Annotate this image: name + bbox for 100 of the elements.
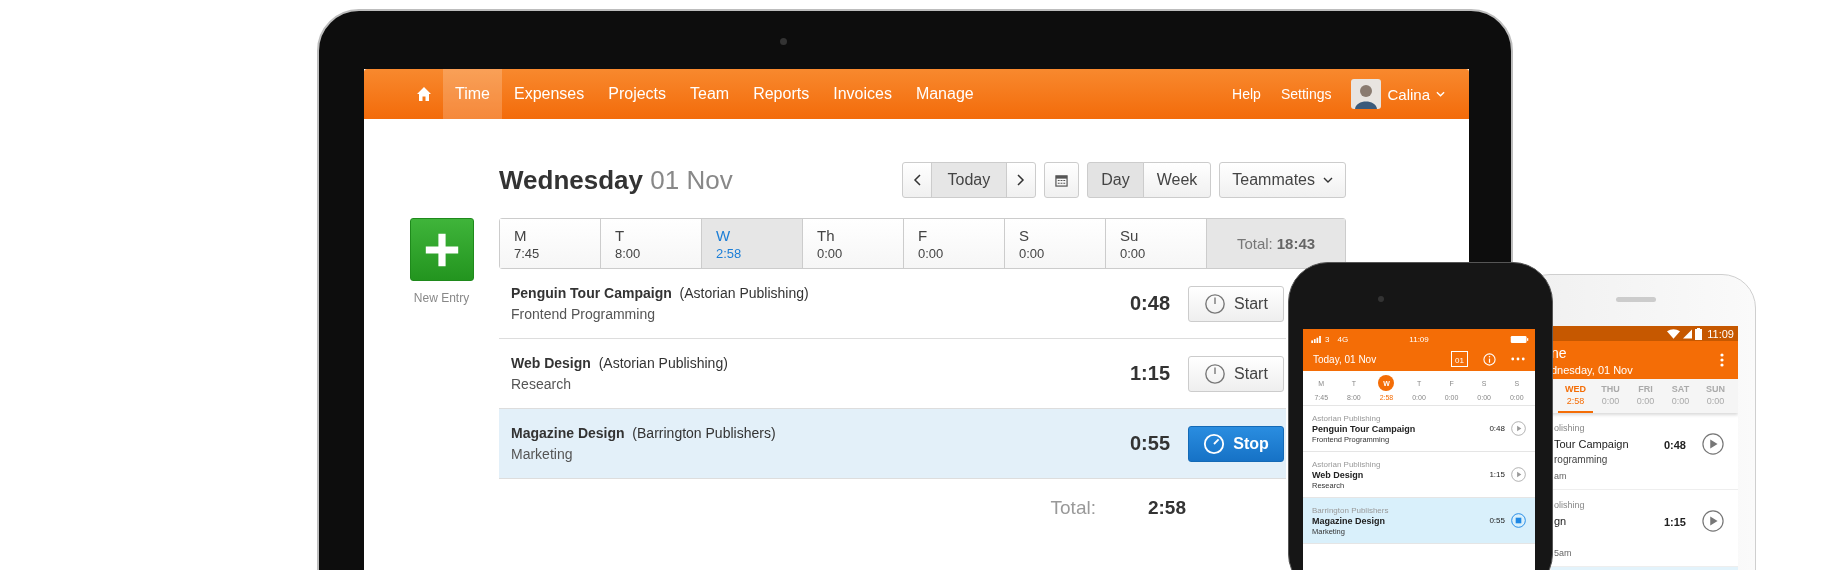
entry-client: Astorian Publishing [1312, 459, 1382, 469]
week-day-tab[interactable]: Th 0:00 [803, 219, 904, 268]
entry-client: Barrington Publishers [1312, 505, 1390, 515]
battery-icon [1695, 327, 1703, 340]
entry-title: Web Design [1312, 469, 1365, 480]
day-tab[interactable]: THU 0:00 [1593, 379, 1628, 413]
more-icon[interactable] [1720, 353, 1724, 367]
play-button[interactable] [1702, 510, 1724, 532]
entry-duration: 0:55 [1489, 516, 1505, 525]
entry-title: Penguin Tour Campaign (Astorian Publishing) [511, 285, 810, 301]
more-icon[interactable] [1511, 357, 1525, 361]
entry-task: Marketing [511, 446, 574, 462]
header-title: Today, 01 Nov [1313, 353, 1378, 365]
entry-title: gn [1554, 515, 1568, 527]
avatar-icon[interactable] [1351, 79, 1382, 109]
entry-duration: 1:15 [1489, 470, 1505, 479]
info-icon[interactable] [1483, 352, 1496, 366]
nav-tab[interactable]: Expenses [501, 69, 597, 119]
calendar-button[interactable]: 01 [1451, 351, 1468, 367]
play-button[interactable] [1702, 433, 1724, 455]
total-label: Total: [1050, 497, 1096, 519]
plus-icon [423, 231, 460, 268]
clock-icon [1204, 362, 1227, 385]
entry-duration: 1:15 [1663, 516, 1686, 528]
network-label: 4G [1337, 334, 1349, 344]
signal-icon [1683, 328, 1693, 339]
nav-tab[interactable]: Time [443, 69, 502, 119]
day-tab[interactable]: WED 2:58 [1558, 379, 1593, 413]
entry-title: Web Design (Astorian Publishing) [511, 355, 729, 371]
total-value: 2:58 [1147, 497, 1186, 519]
entry-title: Penguin Tour Campaign [1312, 423, 1417, 434]
entry-duration: 1:15 [1129, 362, 1170, 385]
entry-task: Frontend Programming [511, 306, 656, 322]
week-day-tab[interactable]: F 0:00 [904, 219, 1005, 268]
clock-time: 11:09 [1408, 334, 1430, 344]
week-day-tab[interactable]: W 2:58 [702, 219, 803, 268]
clock-time: 11:09 [1707, 327, 1734, 340]
nav-tab[interactable]: Manage [903, 69, 986, 119]
entry-duration: 0:48 [1663, 439, 1686, 451]
battery-icon [1510, 335, 1529, 343]
entry-title: Magazine Design [1312, 515, 1386, 526]
nav-link[interactable]: Settings [1280, 86, 1332, 102]
day-tab[interactable]: FRI 0:00 [1628, 379, 1663, 413]
home-icon[interactable] [416, 86, 432, 102]
calendar-icon [1055, 173, 1069, 187]
week-day-tab[interactable]: Su 0:00 [1106, 219, 1207, 268]
play-button[interactable] [1511, 421, 1526, 436]
today-button[interactable]: Today [930, 162, 1008, 198]
chevron-right-icon [1017, 174, 1026, 186]
carrier-label: 3 [1325, 334, 1330, 344]
signal-icon [1311, 335, 1322, 343]
new-entry-button[interactable] [409, 218, 474, 281]
teammates-dropdown[interactable]: Teammates [1219, 162, 1346, 198]
nav-tab[interactable]: Projects [596, 69, 679, 119]
nav-tab[interactable]: Invoices [821, 69, 904, 119]
time-entry-row[interactable]: Penguin Tour Campaign (Astorian Publishing) Frontend Programming 0:48 Start [499, 269, 1286, 339]
entry-duration: 0:48 [1489, 424, 1505, 433]
entry-title: Magazine Design (Barrington Publishers) [511, 425, 777, 441]
wifi-icon [1667, 328, 1681, 339]
next-day-button[interactable] [1006, 162, 1037, 198]
clock-icon [1204, 292, 1227, 315]
view-toggle[interactable]: Day [1087, 162, 1144, 198]
entry-title: Tour Campaign [1554, 438, 1630, 450]
view-toggle[interactable]: Week [1142, 162, 1212, 198]
stopwatch-icon [1203, 432, 1226, 455]
speaker-icon [1616, 297, 1656, 302]
entry-duration: 0:48 [1129, 292, 1170, 315]
week-total: Total: 18:43 [1207, 219, 1345, 268]
day-tab[interactable]: SUN 0:00 [1698, 379, 1733, 413]
entry-duration: 0:55 [1129, 432, 1170, 455]
caret-icon [1436, 91, 1445, 97]
entry-time: 5am [1554, 548, 1573, 558]
stop-button[interactable]: Stop [1188, 425, 1284, 462]
nav-link[interactable]: Help [1232, 86, 1261, 102]
week-day-tab[interactable]: S 0:00 [1005, 219, 1106, 268]
previous-day-button[interactable] [901, 162, 932, 198]
start-button[interactable]: Start [1188, 285, 1284, 322]
time-entry-row[interactable]: Magazine Design (Barrington Publishers) Marketing 0:55 Stop [499, 409, 1286, 479]
entry-task: rogramming [1554, 454, 1609, 466]
user-menu[interactable]: Calina [1387, 85, 1430, 103]
stop-button[interactable] [1511, 513, 1526, 528]
nav-tab[interactable]: Team [678, 69, 742, 119]
day-tab[interactable]: SAT 0:00 [1663, 379, 1698, 413]
chevron-left-icon [912, 174, 921, 186]
play-button[interactable] [1511, 467, 1526, 482]
entry-task: Research [511, 376, 572, 392]
calendar-button[interactable] [1044, 162, 1080, 198]
nav-tab[interactable]: Reports [741, 69, 822, 119]
entry-client: olishing [1554, 423, 1586, 433]
entry-client: Astorian Publishing [1312, 413, 1382, 423]
camera-icon [1378, 296, 1384, 302]
camera-icon [780, 38, 787, 45]
entry-client: olishing [1554, 500, 1586, 510]
new-entry-label: New Entry [413, 291, 470, 305]
caret-icon [1323, 177, 1333, 183]
date-heading: Wednesday 01 Nov [499, 164, 733, 196]
entry-time: am [1554, 471, 1568, 481]
start-button[interactable]: Start [1188, 355, 1284, 392]
week-day-tab[interactable]: T 8:00 [601, 219, 702, 268]
week-day-tab[interactable]: M 7:45 [500, 219, 601, 268]
